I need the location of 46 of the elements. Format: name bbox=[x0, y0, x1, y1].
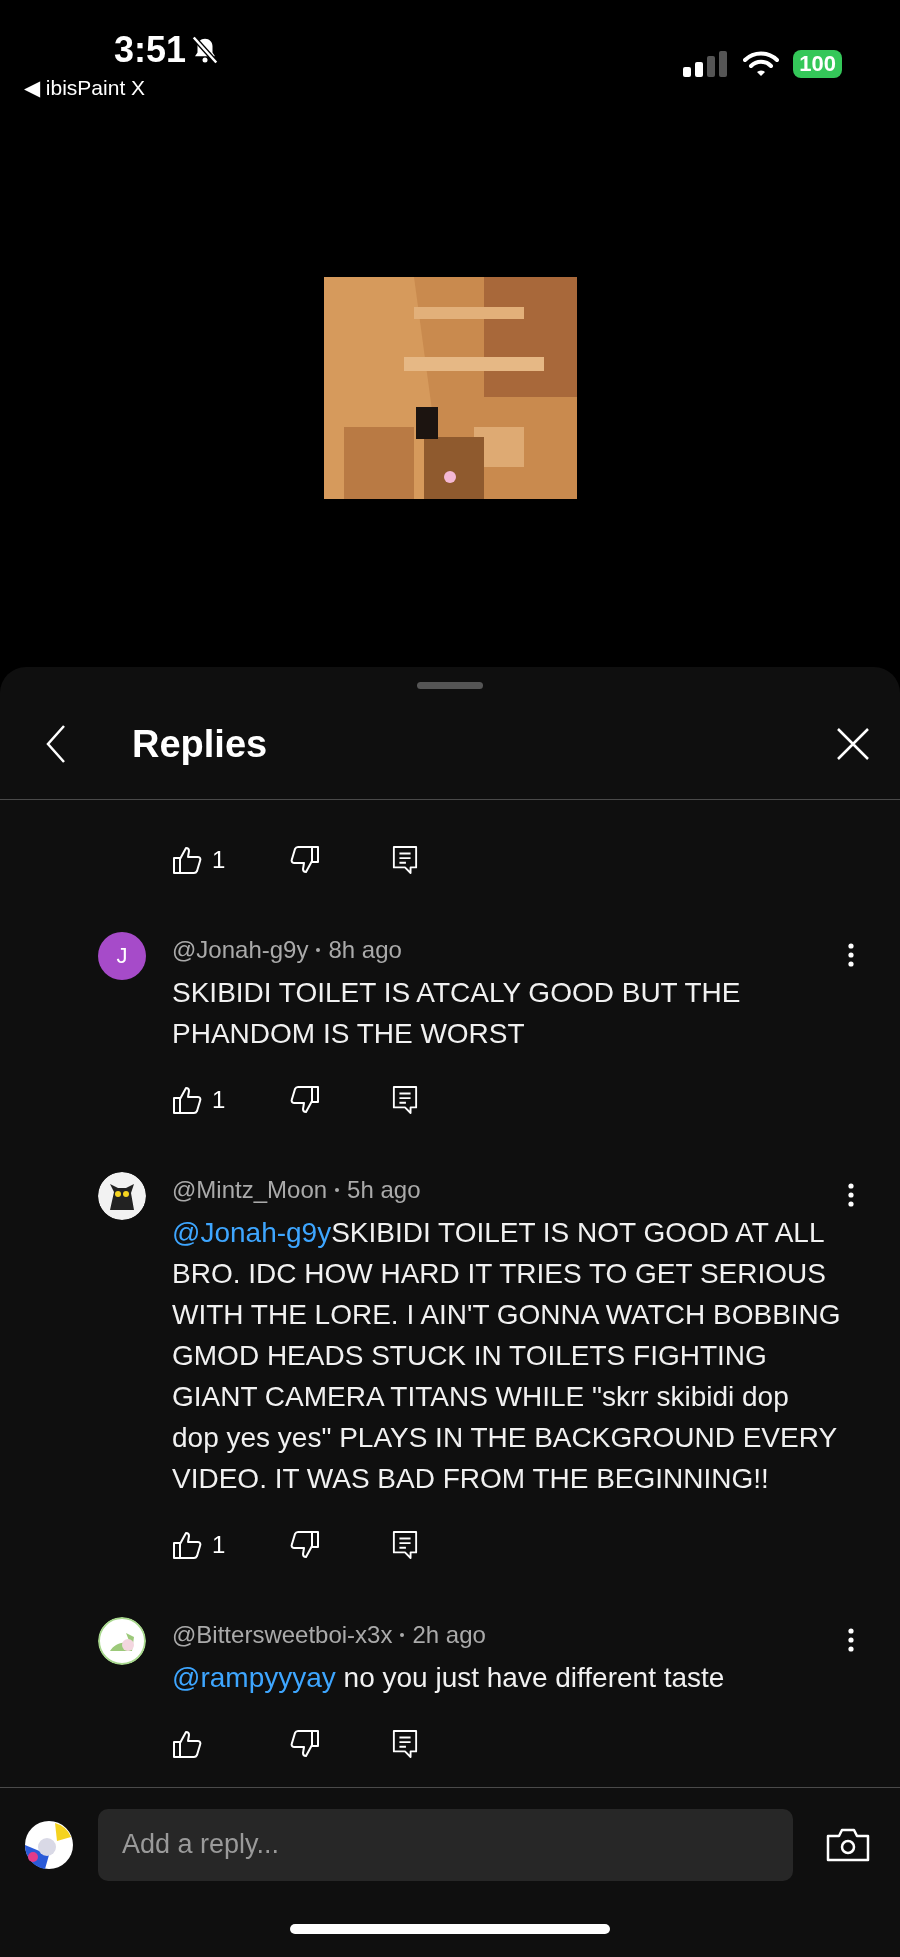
thumbs-down-icon[interactable] bbox=[290, 1085, 320, 1115]
like-count: 1 bbox=[212, 1531, 226, 1559]
reply-icon[interactable] bbox=[392, 1085, 418, 1115]
thumbs-down-icon[interactable] bbox=[290, 1729, 320, 1759]
bullet-separator bbox=[316, 948, 321, 952]
mention-link[interactable]: @Jonah-g9y bbox=[172, 1217, 332, 1248]
thumbs-up-icon[interactable] bbox=[172, 1530, 202, 1560]
reply-icon[interactable] bbox=[392, 1729, 418, 1759]
comment-author[interactable]: @Mintz_Moon bbox=[172, 1176, 328, 1204]
clock-time: 3:51 bbox=[114, 30, 187, 70]
comment-author[interactable]: @Bittersweetboi-x3x bbox=[172, 1621, 393, 1649]
camera-icon[interactable] bbox=[826, 1827, 870, 1862]
drag-handle[interactable] bbox=[417, 682, 483, 689]
more-icon[interactable] bbox=[848, 943, 854, 967]
wifi-icon bbox=[743, 51, 780, 77]
comment-text: @rampyyyay no you just have different taste bbox=[172, 1661, 726, 1695]
thumbs-up-icon[interactable] bbox=[172, 845, 202, 875]
user-avatar[interactable] bbox=[25, 1820, 73, 1869]
thumbs-down-icon[interactable] bbox=[290, 845, 320, 875]
avatar[interactable] bbox=[98, 1172, 146, 1220]
battery-indicator: 100 bbox=[793, 50, 842, 78]
reply-icon[interactable] bbox=[392, 1530, 418, 1560]
comment-text: SKIBIDI TOILET IS ATCALY GOOD BUT THE PHANDOM IS THE WORST bbox=[172, 976, 742, 1051]
comment-time: 2h ago bbox=[412, 1621, 486, 1649]
panel-title: Replies bbox=[132, 722, 269, 766]
comment-time: 8h ago bbox=[328, 936, 402, 964]
thumbs-down-icon[interactable] bbox=[290, 1530, 320, 1560]
like-count: 1 bbox=[212, 1086, 226, 1114]
avatar[interactable]: J bbox=[98, 932, 146, 980]
comment-author[interactable]: @Jonah-g9y bbox=[172, 936, 309, 964]
mention-link[interactable]: @rampyyyay bbox=[172, 1662, 336, 1693]
reply-icon[interactable] bbox=[392, 845, 418, 875]
comment-text: @Jonah-g9ySKIBIDI TOILET IS NOT GOOD AT ALL BRO. IDC HOW HARD IT TRIES TO GET SERIOUS WITH THE LORE. I AIN'T GONNA WATCH BOBBING GMOD HEADS STUCK IN TOILETS FIGHTING GIANT CAMERA TITANS WHILE "skrr skibidi dop dop yes yes" PLAYS IN THE BACKGROUND EVERY VIDEO. IT WAS BAD FROM THE BEGINNING!! bbox=[172, 1216, 842, 1496]
back-link[interactable]: ◀ ibisPaint X bbox=[24, 76, 146, 99]
more-icon[interactable] bbox=[848, 1183, 854, 1207]
thumbs-up-icon[interactable] bbox=[172, 1729, 202, 1759]
reply-input-field[interactable]: Add a reply... bbox=[98, 1808, 793, 1881]
comment-time: 5h ago bbox=[347, 1176, 421, 1204]
bullet-separator bbox=[335, 1188, 340, 1192]
signal-icon bbox=[683, 51, 730, 77]
avatar[interactable] bbox=[98, 1617, 146, 1665]
bullet-separator bbox=[400, 1633, 405, 1637]
like-count: 1 bbox=[212, 846, 226, 874]
thumbs-up-icon[interactable] bbox=[172, 1085, 202, 1115]
close-icon[interactable] bbox=[836, 727, 870, 761]
more-icon[interactable] bbox=[848, 1628, 854, 1652]
